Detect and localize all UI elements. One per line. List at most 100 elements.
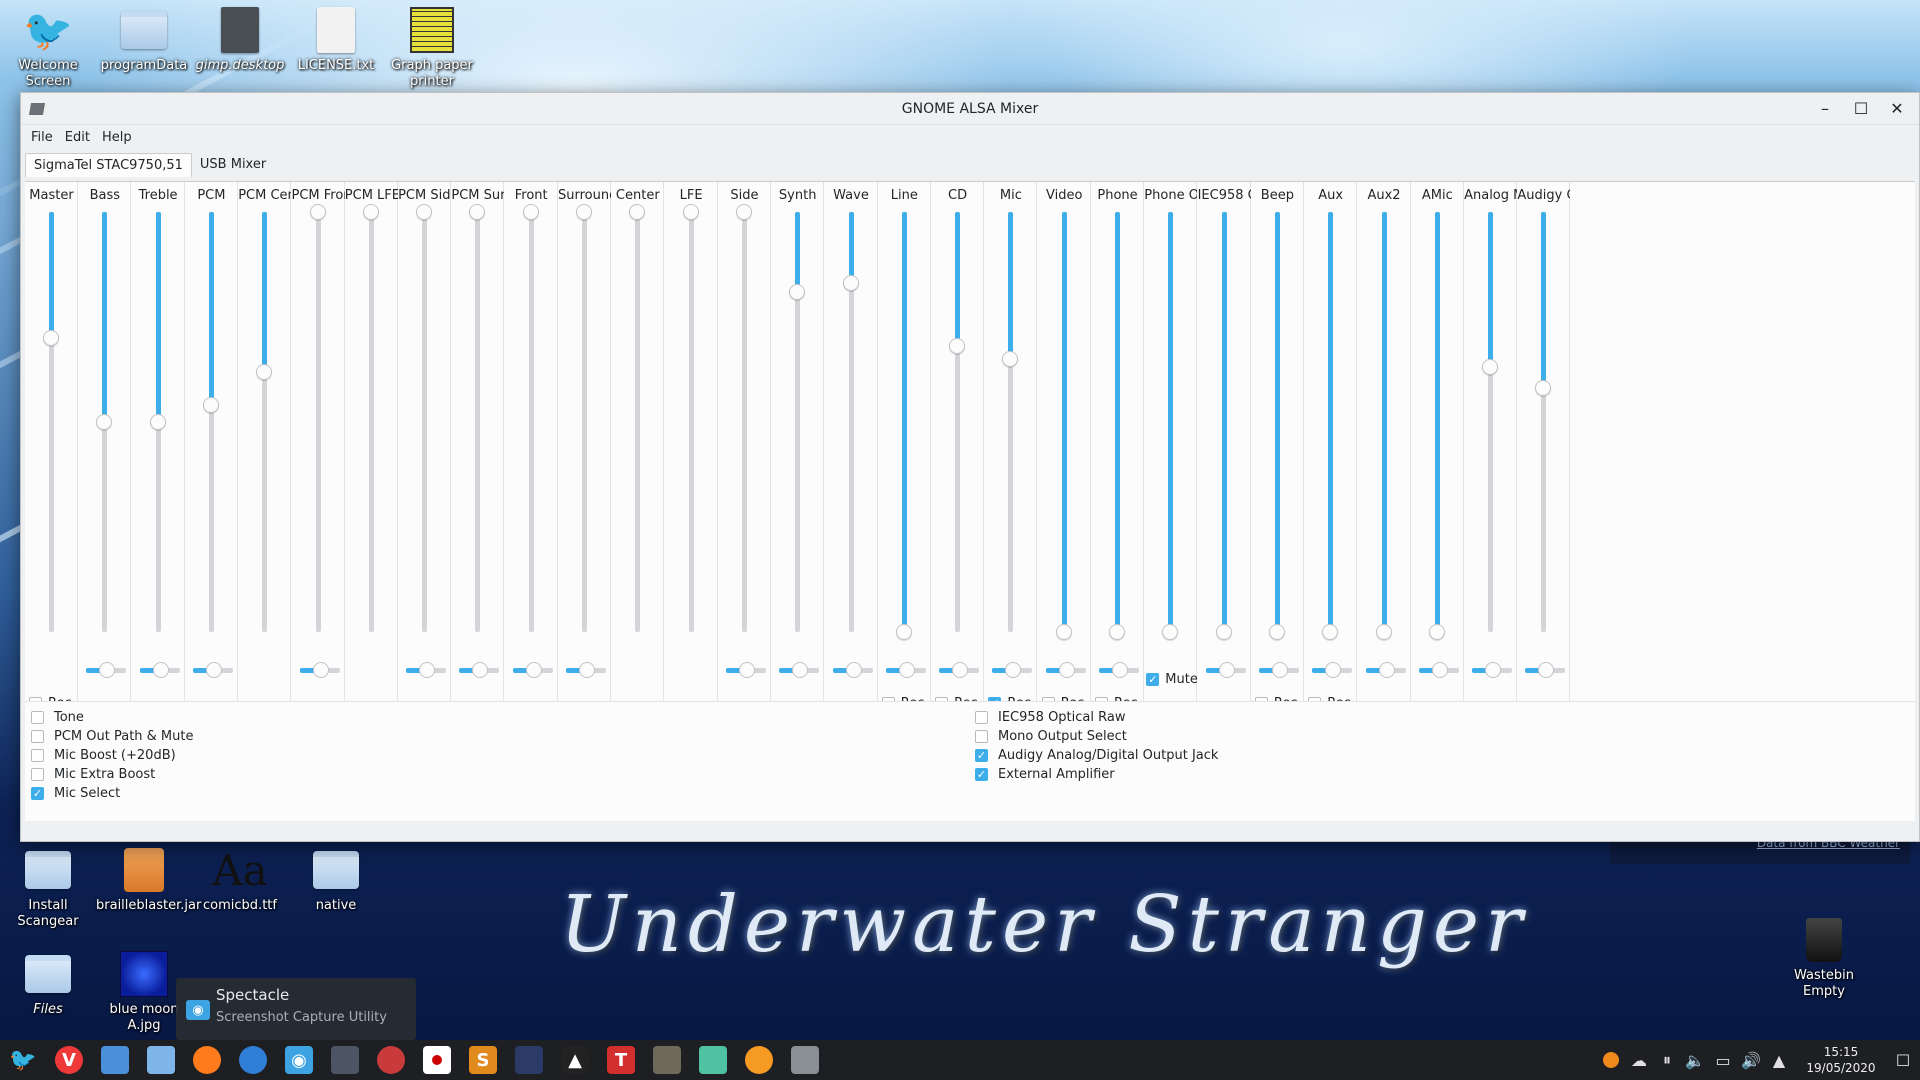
volume-handle[interactable] xyxy=(1482,359,1499,375)
mute-toggle[interactable]: ✓ Mute xyxy=(1146,672,1198,687)
balance-handle[interactable] xyxy=(1485,662,1502,678)
volume-slider[interactable] xyxy=(1109,212,1125,640)
maximize-button[interactable]: ☐ xyxy=(1843,94,1879,124)
balance-slider[interactable] xyxy=(512,662,553,678)
vlc-icon[interactable] xyxy=(1600,1049,1622,1071)
switch-checkbox[interactable] xyxy=(31,730,44,743)
desktop-icon-comicbd[interactable]: Aa comicbd.ttf xyxy=(192,846,288,914)
volume-slider[interactable] xyxy=(362,204,379,632)
typora-icon[interactable]: T xyxy=(601,1040,641,1080)
switch-option[interactable]: Tone xyxy=(31,708,84,727)
balance-handle[interactable] xyxy=(952,662,969,678)
balance-slider[interactable] xyxy=(406,662,447,678)
menu-help[interactable]: Help xyxy=(96,130,138,145)
balance-slider[interactable] xyxy=(1258,662,1299,678)
balance-handle[interactable] xyxy=(792,662,809,678)
balance-handle[interactable] xyxy=(472,662,489,678)
volume-handle[interactable] xyxy=(469,204,486,220)
balance-handle[interactable] xyxy=(1005,662,1022,678)
switch-checkbox[interactable]: ✓ xyxy=(975,768,988,781)
volume-handle[interactable] xyxy=(1375,624,1392,640)
balance-handle[interactable] xyxy=(152,662,169,678)
volume-slider[interactable] xyxy=(1215,212,1232,640)
volume-icon[interactable]: 🔈 xyxy=(1684,1049,1706,1071)
volume-slider[interactable] xyxy=(1268,212,1285,640)
volume-handle[interactable] xyxy=(149,414,166,430)
balance-slider[interactable] xyxy=(1365,662,1406,678)
desktop-icon-wastebin[interactable]: Wastebin Empty xyxy=(1776,916,1872,1000)
balance-handle[interactable] xyxy=(898,662,915,678)
balance-slider[interactable] xyxy=(1312,662,1353,678)
balance-slider[interactable] xyxy=(1045,662,1086,678)
desktop-icon-welcome-screen[interactable]: 🐦 Welcome Screen xyxy=(0,6,96,90)
menu-file[interactable]: File xyxy=(25,130,59,145)
switch-checkbox[interactable]: ✓ xyxy=(31,787,44,800)
switch-option[interactable]: Mic Boost (+20dB) xyxy=(31,746,176,765)
volume-slider[interactable] xyxy=(43,212,59,632)
volume-slider[interactable] xyxy=(256,212,273,632)
network-icon[interactable]: ▭ xyxy=(1712,1049,1734,1071)
balance-slider[interactable] xyxy=(459,662,500,678)
switch-checkbox[interactable] xyxy=(31,768,44,781)
desktop-icon-native[interactable]: native xyxy=(288,846,384,914)
volume-slider[interactable] xyxy=(1322,212,1339,640)
volume-slider[interactable] xyxy=(842,212,859,632)
file-manager-icon[interactable] xyxy=(95,1040,135,1080)
volume-handle[interactable] xyxy=(1002,351,1019,367)
minimize-button[interactable]: – xyxy=(1807,94,1843,124)
volume-handle[interactable] xyxy=(1109,624,1125,640)
balance-slider[interactable] xyxy=(86,662,127,678)
volume-handle[interactable] xyxy=(895,624,912,640)
volume-slider[interactable] xyxy=(1055,212,1072,640)
switch-option[interactable]: Mono Output Select xyxy=(975,727,1127,746)
volume-handle[interactable] xyxy=(1162,624,1179,640)
volume-slider[interactable] xyxy=(576,204,592,632)
balance-handle[interactable] xyxy=(1538,662,1555,678)
switch-option[interactable]: ✓ Mic Select xyxy=(31,784,120,803)
balance-handle[interactable] xyxy=(312,662,329,678)
sigil-icon[interactable]: S xyxy=(463,1040,503,1080)
volume-handle[interactable] xyxy=(256,364,273,380)
balance-slider[interactable] xyxy=(832,662,873,678)
balance-handle[interactable] xyxy=(1378,662,1395,678)
desktop-icon-license[interactable]: LICENSE.txt xyxy=(288,6,384,74)
balance-handle[interactable] xyxy=(738,662,755,678)
balance-slider[interactable] xyxy=(725,662,766,678)
switch-checkbox[interactable] xyxy=(31,749,44,762)
thunderbird-icon[interactable] xyxy=(233,1040,273,1080)
volume-handle[interactable] xyxy=(1428,624,1445,640)
switch-option[interactable]: Mic Extra Boost xyxy=(31,765,155,784)
speaker-icon[interactable]: 🔊 xyxy=(1740,1049,1762,1071)
switch-checkbox[interactable] xyxy=(975,730,988,743)
balance-slider[interactable] xyxy=(1205,662,1246,678)
balance-handle[interactable] xyxy=(1271,662,1288,678)
desktop-icon-files[interactable]: Files xyxy=(0,950,96,1018)
volume-slider[interactable] xyxy=(1428,212,1445,640)
balance-slider[interactable] xyxy=(1418,662,1459,678)
balance-handle[interactable] xyxy=(205,662,222,678)
vivaldi-icon[interactable]: V xyxy=(49,1040,89,1080)
volume-handle[interactable] xyxy=(1322,624,1339,640)
files-icon[interactable] xyxy=(141,1040,181,1080)
balance-slider[interactable] xyxy=(939,662,980,678)
desktop-icon-brailleblaster[interactable]: brailleblaster.jar xyxy=(96,846,201,914)
flag-icon[interactable] xyxy=(417,1040,457,1080)
clock-app-icon[interactable] xyxy=(371,1040,411,1080)
balance-slider[interactable] xyxy=(299,662,340,678)
switch-checkbox[interactable] xyxy=(975,711,988,724)
volume-slider[interactable] xyxy=(629,204,646,632)
map-icon[interactable] xyxy=(693,1040,733,1080)
switch-option[interactable]: PCM Out Path & Mute xyxy=(31,727,193,746)
app-icon[interactable] xyxy=(28,102,46,115)
balance-handle[interactable] xyxy=(525,662,542,678)
balance-handle[interactable] xyxy=(845,662,862,678)
volume-slider[interactable] xyxy=(682,204,699,632)
volume-slider[interactable] xyxy=(1162,212,1179,640)
volume-slider[interactable] xyxy=(735,204,752,632)
volume-handle[interactable] xyxy=(96,414,113,430)
volume-handle[interactable] xyxy=(789,284,806,300)
switch-checkbox[interactable]: ✓ xyxy=(975,749,988,762)
mute-checkbox[interactable]: ✓ xyxy=(1146,673,1160,686)
volume-slider[interactable] xyxy=(416,204,433,632)
close-button[interactable]: ✕ xyxy=(1879,94,1915,124)
